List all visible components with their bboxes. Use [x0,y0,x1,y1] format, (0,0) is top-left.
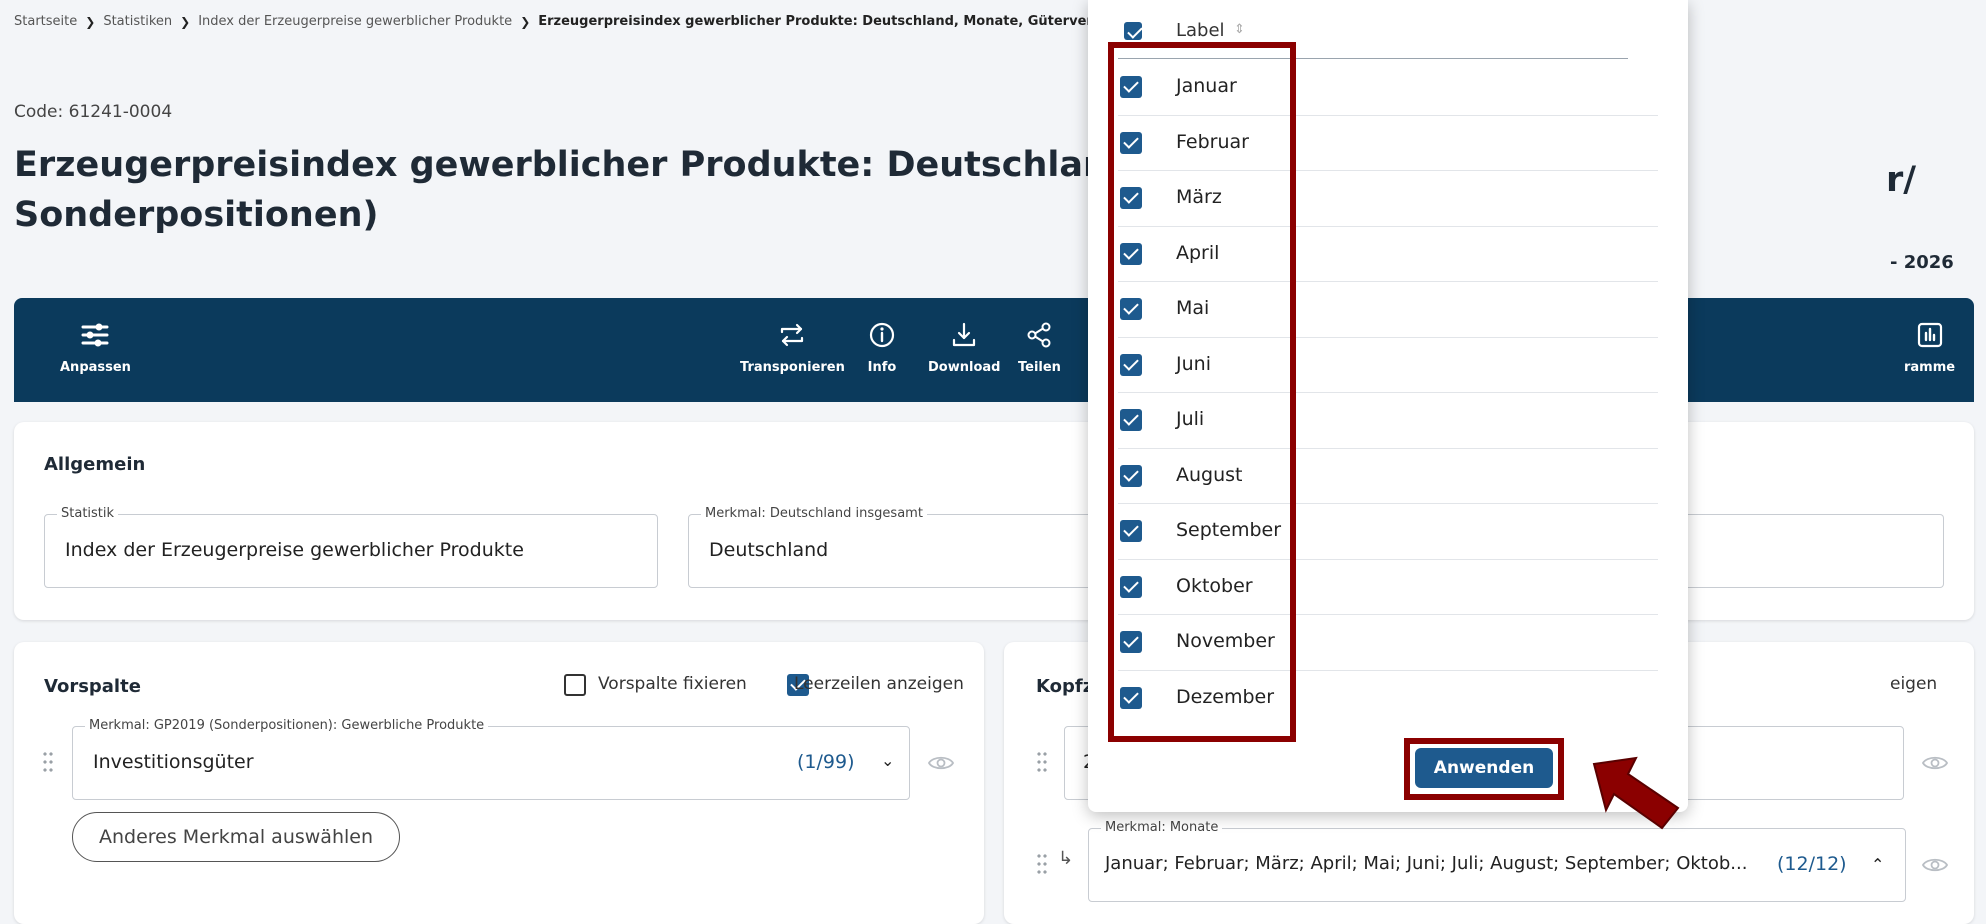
page-title-line2: Sonderpositionen) [14,195,379,235]
chevron-right-icon: ❯ [520,14,531,29]
merkmal-monate-legend: Merkmal: Monate [1101,820,1223,835]
select-all-checkbox[interactable] [1124,22,1142,40]
chevron-right-icon: ❯ [180,14,191,29]
kopfzeile-title: Kopfz [1036,676,1094,697]
breadcrumb: Startseite ❯ Statistiken ❯ Index der Erz… [14,14,1100,29]
allgemein-field-right[interactable] [1674,514,1944,588]
highlight-box-apply [1404,738,1564,800]
drag-handle-icon[interactable] [42,750,54,774]
merkmal-gp2019-field[interactable]: Merkmal: GP2019 (Sonderpositionen): Gewe… [72,718,910,800]
anpassen-button[interactable]: Anpassen [60,320,131,375]
share-icon [1027,322,1051,348]
table-code: Code: 61241-0004 [14,102,173,122]
merkmal-deutschland-legend: Merkmal: Deutschland insgesamt [701,506,927,521]
info-icon [869,322,895,348]
anderes-merkmal-button[interactable]: Anderes Merkmal auswählen [72,812,400,862]
sub-level-arrow-icon: ↳ [1058,848,1074,869]
download-icon [953,322,976,347]
bar-chart-icon [1917,322,1942,348]
highlight-box-months [1108,42,1296,742]
breadcrumb-statistiken[interactable]: Statistiken [103,14,172,29]
download-button[interactable]: Download [928,320,1000,375]
statistik-value: Index der Erzeugerpreise gewerblicher Pr… [65,539,524,561]
vorspalte-title: Vorspalte [44,676,141,697]
merkmal-deutschland-field[interactable]: Merkmal: Deutschland insgesamt Deutschla… [688,506,1128,588]
chevron-down-icon[interactable]: ⌄ [881,751,894,770]
kopfzeile-option-label: eigen [1890,674,1938,694]
transponieren-button[interactable]: Transponieren [740,320,845,375]
vorspalte-card: Vorspalte Vorspalte fixieren Leerzeilen … [14,642,984,924]
chevron-right-icon: ❯ [85,14,96,29]
info-button[interactable]: Info [867,320,897,375]
drag-handle-icon[interactable] [1036,852,1048,876]
breadcrumb-index[interactable]: Index der Erzeugerpreise gewerblicher Pr… [198,14,512,29]
breadcrumb-startseite[interactable]: Startseite [14,14,77,29]
leerzeilen-label: Leerzeilen anzeigen [794,674,964,694]
eye-icon[interactable] [928,754,954,772]
allgemein-title: Allgemein [44,454,146,475]
vorspalte-fixieren-label: Vorspalte fixieren [598,674,747,694]
merkmal-monate-field[interactable]: Merkmal: Monate Januar; Februar; März; A… [1088,820,1906,902]
breadcrumb-current: Erzeugerpreisindex gewerblicher Produkte… [538,14,1101,29]
sliders-icon [81,323,109,347]
time-range: - 2026 [1890,252,1954,273]
pointer-arrow-icon [1592,756,1680,830]
merkmal-gp2019-legend: Merkmal: GP2019 (Sonderpositionen): Gewe… [85,718,489,733]
merkmal-gp2019-value: Investitionsgüter [93,751,254,773]
statistik-field[interactable]: Statistik Index der Erzeugerpreise gewer… [44,506,658,588]
drag-handle-icon[interactable] [1036,750,1048,774]
page-title-tail: r/ [1886,160,1917,200]
chevron-up-icon[interactable]: ⌃ [1871,855,1884,874]
swap-icon [781,323,804,347]
merkmal-deutschland-value: Deutschland [709,539,829,561]
sort-icon[interactable]: ⇕ [1234,22,1245,37]
merkmal-gp2019-count: (1/99) [797,751,855,773]
vorspalte-fixieren-checkbox[interactable] [564,674,586,696]
merkmal-monate-count: (12/12) [1777,853,1847,875]
statistik-legend: Statistik [57,506,119,521]
eye-icon[interactable] [1922,754,1948,772]
diagramme-button[interactable]: ramme [1904,320,1955,375]
eye-icon[interactable] [1922,856,1948,874]
label-column-header[interactable]: Label [1176,20,1225,41]
merkmal-monate-value: Januar; Februar; März; April; Mai; Juni;… [1105,853,1748,874]
teilen-button[interactable]: Teilen [1018,320,1061,375]
